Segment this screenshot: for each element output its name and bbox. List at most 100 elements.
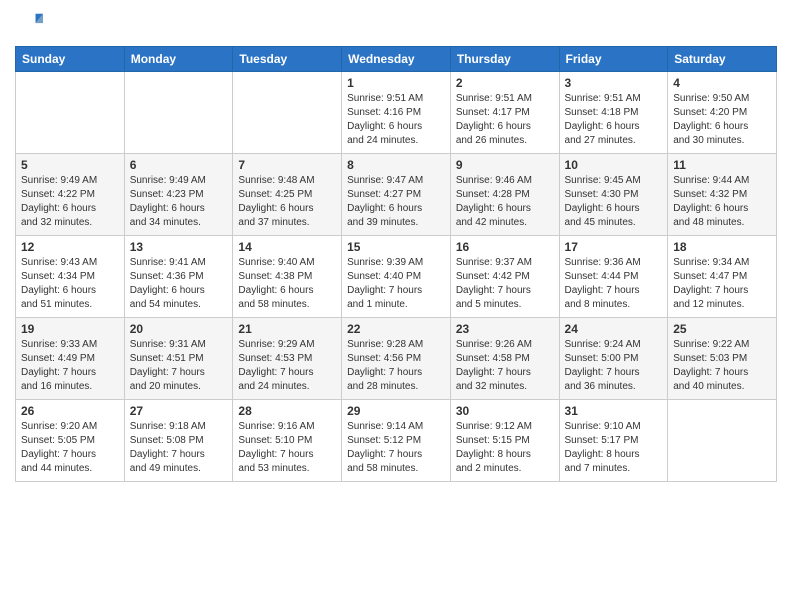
day-header-saturday: Saturday (668, 47, 777, 72)
day-info: Sunrise: 9:22 AM Sunset: 5:03 PM Dayligh… (673, 338, 771, 394)
day-info: Sunrise: 9:49 AM Sunset: 4:22 PM Dayligh… (21, 174, 119, 230)
days-header-row: SundayMondayTuesdayWednesdayThursdayFrid… (16, 47, 777, 72)
day-header-sunday: Sunday (16, 47, 125, 72)
day-header-wednesday: Wednesday (342, 47, 451, 72)
day-number: 29 (347, 404, 445, 418)
calendar-cell: 28Sunrise: 9:16 AM Sunset: 5:10 PM Dayli… (233, 400, 342, 482)
calendar-row-0: 1 Sunrise: 9:51 AM Sunset: 4:16 PM Daylig… (16, 72, 777, 154)
calendar-cell: 20 Sunrise: 9:31 AM Sunset: 4:51 PM Dayli… (124, 318, 233, 400)
day-info: Sunrise: 9:44 AM Sunset: 4:32 PM Dayligh… (673, 174, 771, 230)
calendar-cell (16, 72, 125, 154)
day-number: 17 (565, 240, 663, 254)
day-number: 12 (21, 240, 119, 254)
day-header-monday: Monday (124, 47, 233, 72)
calendar-cell: 15 Sunrise: 9:39 AM Sunset: 4:40 PM Dayli… (342, 236, 451, 318)
day-info: Sunrise: 9:50 AM Sunset: 4:20 PM Dayligh… (673, 92, 771, 148)
logo (15, 10, 47, 38)
day-info: Sunrise: 9:51 AM Sunset: 4:18 PM Dayligh… (565, 92, 663, 148)
day-number: 18 (673, 240, 771, 254)
day-number: 8 (347, 158, 445, 172)
day-number: 20 (130, 322, 228, 336)
day-number: 14 (238, 240, 336, 254)
day-number: 13 (130, 240, 228, 254)
calendar-cell: 3 Sunrise: 9:51 AM Sunset: 4:18 PM Daylig… (559, 72, 668, 154)
day-number: 31 (565, 404, 663, 418)
calendar-cell: 30 Sunrise: 9:12 AM Sunset: 5:15 PM Dayli… (450, 400, 559, 482)
calendar-cell: 18 Sunrise: 9:34 AM Sunset: 4:47 PM Dayli… (668, 236, 777, 318)
day-header-friday: Friday (559, 47, 668, 72)
calendar-cell: 12 Sunrise: 9:43 AM Sunset: 4:34 PM Dayli… (16, 236, 125, 318)
calendar-cell: 21Sunrise: 9:29 AM Sunset: 4:53 PM Dayli… (233, 318, 342, 400)
day-number: 3 (565, 76, 663, 90)
calendar-cell: 14 Sunrise: 9:40 AM Sunset: 4:38 PM Dayli… (233, 236, 342, 318)
day-info: Sunrise: 9:34 AM Sunset: 4:47 PM Dayligh… (673, 256, 771, 312)
day-info: Sunrise: 9:41 AM Sunset: 4:36 PM Dayligh… (130, 256, 228, 312)
day-header-tuesday: Tuesday (233, 47, 342, 72)
day-number: 4 (673, 76, 771, 90)
day-info: Sunrise: 9:51 AM Sunset: 4:17 PM Dayligh… (456, 92, 554, 148)
day-info: Sunrise: 9:36 AM Sunset: 4:44 PM Dayligh… (565, 256, 663, 312)
day-info: Sunrise: 9:46 AM Sunset: 4:28 PM Dayligh… (456, 174, 554, 230)
calendar-cell: 31 Sunrise: 9:10 AM Sunset: 5:17 PM Dayli… (559, 400, 668, 482)
day-info: Sunrise: 9:10 AM Sunset: 5:17 PM Dayligh… (565, 420, 663, 476)
day-info: Sunrise: 9:33 AM Sunset: 4:49 PM Dayligh… (21, 338, 119, 394)
day-number: 11 (673, 158, 771, 172)
calendar-cell: 11 Sunrise: 9:44 AM Sunset: 4:32 PM Dayli… (668, 154, 777, 236)
day-info: Sunrise: 9:12 AM Sunset: 5:15 PM Dayligh… (456, 420, 554, 476)
calendar-cell (233, 72, 342, 154)
day-info: Sunrise: 9:20 AM Sunset: 5:05 PM Dayligh… (21, 420, 119, 476)
calendar-row-3: 19 Sunrise: 9:33 AM Sunset: 4:49 PM Dayli… (16, 318, 777, 400)
calendar-cell: 4 Sunrise: 9:50 AM Sunset: 4:20 PM Daylig… (668, 72, 777, 154)
day-info: Sunrise: 9:43 AM Sunset: 4:34 PM Dayligh… (21, 256, 119, 312)
day-info: Sunrise: 9:49 AM Sunset: 4:23 PM Dayligh… (130, 174, 228, 230)
calendar-cell: 24 Sunrise: 9:24 AM Sunset: 5:00 PM Dayli… (559, 318, 668, 400)
day-number: 22 (347, 322, 445, 336)
day-header-thursday: Thursday (450, 47, 559, 72)
day-info: Sunrise: 9:40 AM Sunset: 4:38 PM Dayligh… (238, 256, 336, 312)
calendar-row-4: 26 Sunrise: 9:20 AM Sunset: 5:05 PM Dayli… (16, 400, 777, 482)
day-info: Sunrise: 9:47 AM Sunset: 4:27 PM Dayligh… (347, 174, 445, 230)
day-number: 6 (130, 158, 228, 172)
day-info: Sunrise: 9:28 AM Sunset: 4:56 PM Dayligh… (347, 338, 445, 394)
calendar-cell: 10Sunrise: 9:45 AM Sunset: 4:30 PM Dayli… (559, 154, 668, 236)
day-info: Sunrise: 9:51 AM Sunset: 4:16 PM Dayligh… (347, 92, 445, 148)
page-header (15, 10, 777, 38)
day-info: Sunrise: 9:31 AM Sunset: 4:51 PM Dayligh… (130, 338, 228, 394)
day-number: 30 (456, 404, 554, 418)
calendar-cell: 8 Sunrise: 9:47 AM Sunset: 4:27 PM Daylig… (342, 154, 451, 236)
calendar-cell: 19 Sunrise: 9:33 AM Sunset: 4:49 PM Dayli… (16, 318, 125, 400)
calendar-cell: 17 Sunrise: 9:36 AM Sunset: 4:44 PM Dayli… (559, 236, 668, 318)
calendar-cell: 9 Sunrise: 9:46 AM Sunset: 4:28 PM Daylig… (450, 154, 559, 236)
day-number: 15 (347, 240, 445, 254)
day-number: 27 (130, 404, 228, 418)
page-container: SundayMondayTuesdayWednesdayThursdayFrid… (0, 0, 792, 492)
logo-icon (15, 10, 43, 38)
calendar-cell: 27 Sunrise: 9:18 AM Sunset: 5:08 PM Dayli… (124, 400, 233, 482)
calendar-cell: 22 Sunrise: 9:28 AM Sunset: 4:56 PM Dayli… (342, 318, 451, 400)
calendar-cell: 29Sunrise: 9:14 AM Sunset: 5:12 PM Dayli… (342, 400, 451, 482)
day-number: 1 (347, 76, 445, 90)
day-info: Sunrise: 9:39 AM Sunset: 4:40 PM Dayligh… (347, 256, 445, 312)
day-number: 19 (21, 322, 119, 336)
calendar-cell: 26 Sunrise: 9:20 AM Sunset: 5:05 PM Dayli… (16, 400, 125, 482)
day-number: 10 (565, 158, 663, 172)
day-number: 25 (673, 322, 771, 336)
calendar-table: SundayMondayTuesdayWednesdayThursdayFrid… (15, 46, 777, 482)
day-info: Sunrise: 9:26 AM Sunset: 4:58 PM Dayligh… (456, 338, 554, 394)
calendar-cell (668, 400, 777, 482)
calendar-cell: 13 Sunrise: 9:41 AM Sunset: 4:36 PM Dayli… (124, 236, 233, 318)
calendar-cell: 25 Sunrise: 9:22 AM Sunset: 5:03 PM Dayli… (668, 318, 777, 400)
day-number: 2 (456, 76, 554, 90)
calendar-cell (124, 72, 233, 154)
calendar-cell: 23Sunrise: 9:26 AM Sunset: 4:58 PM Dayli… (450, 318, 559, 400)
day-info: Sunrise: 9:18 AM Sunset: 5:08 PM Dayligh… (130, 420, 228, 476)
day-number: 28 (238, 404, 336, 418)
calendar-cell: 7Sunrise: 9:48 AM Sunset: 4:25 PM Daylig… (233, 154, 342, 236)
day-number: 26 (21, 404, 119, 418)
day-info: Sunrise: 9:24 AM Sunset: 5:00 PM Dayligh… (565, 338, 663, 394)
day-number: 5 (21, 158, 119, 172)
calendar-row-2: 12 Sunrise: 9:43 AM Sunset: 4:34 PM Dayli… (16, 236, 777, 318)
day-number: 21 (238, 322, 336, 336)
day-number: 24 (565, 322, 663, 336)
day-number: 9 (456, 158, 554, 172)
